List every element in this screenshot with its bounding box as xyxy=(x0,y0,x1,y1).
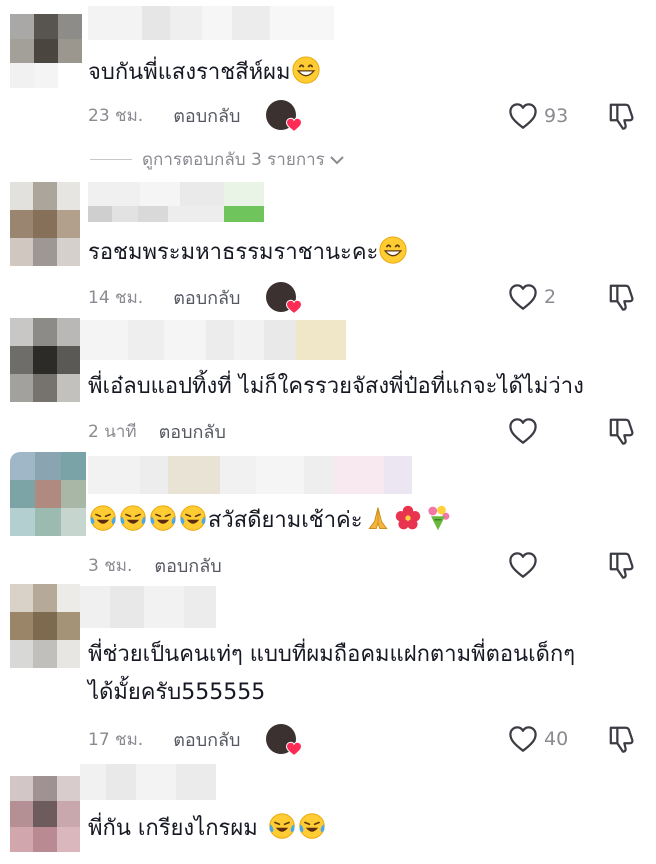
thumbs-down-icon[interactable] xyxy=(608,416,636,446)
avatar[interactable] xyxy=(10,318,80,402)
view-replies-button[interactable]: ดูการตอบกลับ 3 รายการ xyxy=(90,146,345,173)
comment-meta: 23 ชม. ตอบกลับ xyxy=(88,98,296,132)
grinning-face-emoji xyxy=(379,236,407,264)
reply-button[interactable]: ตอบกลับ xyxy=(173,101,240,130)
creator-liked-avatar xyxy=(266,282,296,312)
comment-text: พี่เอ๋ลบแอปทิ้งที่ ไม่ก็ใครรวยจัสงพี่ป๋อ… xyxy=(88,370,584,404)
avatar[interactable] xyxy=(10,182,80,266)
creator-liked-avatar xyxy=(266,724,296,754)
comment-text-line: พี่ช่วยเป็นคนเท่ๆ แบบที่ผมถือคมแฝกตามพี่… xyxy=(88,642,576,667)
comment-meta: 2 นาที ตอบกลับ xyxy=(88,414,226,448)
thumbs-down-icon[interactable] xyxy=(608,724,636,754)
avatar[interactable] xyxy=(10,776,80,852)
heart-outline-icon xyxy=(508,725,538,753)
tears-of-joy-emoji xyxy=(179,504,207,532)
creator-liked-avatar xyxy=(266,100,296,130)
comment-text-line: ได้มั้ยครับ555555 xyxy=(88,680,266,705)
heart-outline-icon xyxy=(508,417,538,445)
folded-hands-emoji xyxy=(364,504,392,532)
comment-text-content: พี่กัน เกรียงไกรผม xyxy=(88,816,258,841)
reply-button[interactable]: ตอบกลับ xyxy=(154,551,221,580)
comment-text: สวัสดียามเช้าค่ะ xyxy=(88,504,453,538)
reply-button[interactable]: ตอบกลับ xyxy=(173,725,240,754)
avatar[interactable] xyxy=(10,452,86,536)
chevron-down-icon xyxy=(330,155,344,164)
tears-of-joy-emoji xyxy=(298,812,326,840)
like-count: 93 xyxy=(544,105,569,127)
grinning-face-emoji xyxy=(292,56,320,84)
divider-line xyxy=(90,159,132,160)
comment-text: จบกันพี่แสงราชสีห์ผม xyxy=(88,56,321,90)
tears-of-joy-emoji xyxy=(119,504,147,532)
username-blurred[interactable] xyxy=(88,6,334,40)
heart-outline-icon xyxy=(508,283,538,311)
comment-text-content: พี่เอ๋ลบแอปทิ้งที่ ไม่ก็ใครรวยจัสงพี่ป๋อ… xyxy=(88,374,584,399)
timestamp: 3 ชม. xyxy=(88,555,133,576)
comment-text-content: จบกันพี่แสงราชสีห์ผม xyxy=(88,60,291,85)
comment-text: รอชมพระมหาธรรมราชานะคะ xyxy=(88,236,408,270)
view-replies-label: ดูการตอบกลับ 3 รายการ xyxy=(142,150,325,170)
reply-button[interactable]: ตอบกลับ xyxy=(173,283,240,312)
hibiscus-emoji xyxy=(394,504,422,532)
thumbs-down-icon[interactable] xyxy=(608,101,636,131)
comment-text: พี่ช่วยเป็นคนเท่ๆ แบบที่ผมถือคมแฝกตามพี่… xyxy=(88,638,575,710)
comment-meta: 17 ชม. ตอบกลับ xyxy=(88,722,296,756)
tears-of-joy-emoji xyxy=(89,504,117,532)
timestamp: 17 ชม. xyxy=(88,729,144,750)
like-button[interactable]: 40 xyxy=(508,725,568,753)
username-blurred[interactable] xyxy=(88,182,264,222)
comment-text: พี่กัน เกรียงไกรผม xyxy=(88,812,327,846)
heart-outline-icon xyxy=(508,551,538,579)
timestamp: 14 ชม. xyxy=(88,287,144,308)
thumbs-down-icon[interactable] xyxy=(608,550,636,580)
tears-of-joy-emoji xyxy=(268,812,296,840)
timestamp: 23 ชม. xyxy=(88,105,144,126)
reply-button[interactable]: ตอบกลับ xyxy=(159,417,226,446)
like-button[interactable]: 93 xyxy=(508,102,568,130)
username-blurred[interactable] xyxy=(88,456,412,494)
like-button[interactable] xyxy=(508,551,538,579)
avatar[interactable] xyxy=(10,584,80,668)
like-button[interactable]: 2 xyxy=(508,283,556,311)
timestamp: 2 นาที xyxy=(88,421,137,442)
like-button[interactable] xyxy=(508,417,538,445)
red-heart-icon xyxy=(286,741,302,757)
comment-text-content: สวัสดียามเช้าค่ะ xyxy=(208,508,363,533)
comment-text-content: รอชมพระมหาธรรมราชานะคะ xyxy=(88,240,379,265)
username-blurred[interactable] xyxy=(80,586,216,628)
heart-outline-icon xyxy=(508,102,538,130)
avatar[interactable] xyxy=(10,14,82,88)
thumbs-down-icon[interactable] xyxy=(608,282,636,312)
comment-meta: 3 ชม. ตอบกลับ xyxy=(88,548,222,582)
like-count: 40 xyxy=(544,728,569,750)
red-heart-icon xyxy=(286,117,302,133)
comment-meta: 14 ชม. ตอบกลับ xyxy=(88,280,296,314)
tears-of-joy-emoji xyxy=(149,504,177,532)
username-blurred[interactable] xyxy=(80,764,216,800)
username-blurred[interactable] xyxy=(80,320,346,360)
bouquet-emoji xyxy=(424,504,452,532)
like-count: 2 xyxy=(544,286,557,308)
red-heart-icon xyxy=(286,299,302,315)
